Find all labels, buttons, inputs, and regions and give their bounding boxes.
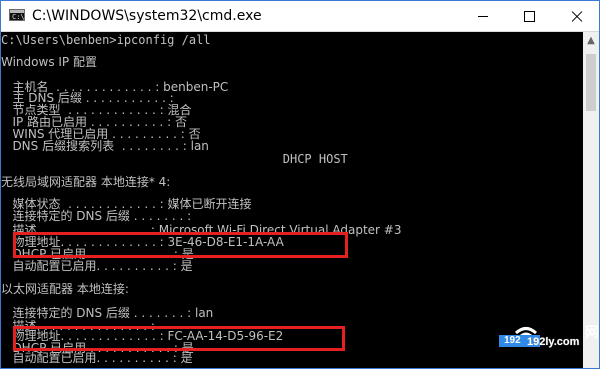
maximize-icon[interactable] — [506, 1, 552, 31]
console-section-heading: 无线局域网适配器 本地连接* 4: — [1, 175, 171, 189]
console-field-autoconfiguration-enabled: 自动配置已启用. . . . . . . . . . : 是 — [1, 259, 193, 273]
console-section-heading: 以太网适配器 本地连接: — [1, 282, 129, 296]
scrollbar-thumb[interactable] — [586, 54, 596, 111]
window-title: C:\WINDOWS\system32\cmd.exe — [32, 8, 262, 24]
minimize-icon[interactable] — [460, 1, 506, 31]
close-icon[interactable] — [553, 1, 599, 31]
cmd-window: C:\ C:\WINDOWS\system32\cmd.exe C:\Users… — [0, 0, 600, 369]
vertical-scrollbar[interactable]: ▲ — [583, 32, 599, 368]
console-section-heading: Windows IP 配置 — [1, 55, 97, 69]
console-output[interactable]: C:\Users\benben>ipconfig /all Windows IP… — [1, 32, 582, 368]
cmd-icon-text: C:\ — [12, 13, 25, 21]
console-line-command: C:\Users\benben>ipconfig /all — [1, 33, 211, 47]
mac-address-highlight — [13, 232, 348, 258]
mac-address-highlight — [13, 326, 345, 351]
console-field-autoconfiguration-enabled: 自动配置已启用. . . . . . . . . . : 是 — [1, 351, 193, 365]
console-field-dns-search-list-continued: DHCP HOST — [1, 152, 348, 166]
cmd-icon: C:\ — [9, 9, 25, 21]
title-bar[interactable]: C:\ C:\WINDOWS\system32\cmd.exe — [1, 1, 599, 32]
scroll-up-icon[interactable]: ▲ — [583, 32, 599, 49]
